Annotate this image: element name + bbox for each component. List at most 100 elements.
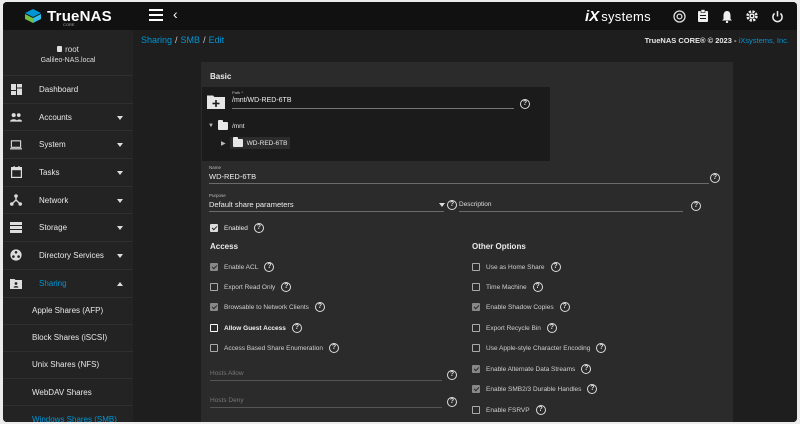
- help-icon[interactable]: ?: [281, 282, 292, 292]
- fsrvp-checkbox[interactable]: [472, 406, 480, 414]
- hamburger-menu-icon[interactable]: [149, 9, 163, 21]
- sidebar-item-system[interactable]: System: [3, 131, 133, 160]
- shadow-copies-checkbox[interactable]: [472, 303, 480, 311]
- sidebar-item-tasks[interactable]: Tasks: [3, 159, 133, 187]
- hosts-allow-help-icon[interactable]: ?: [447, 370, 457, 380]
- settings-gear-icon[interactable]: [744, 8, 760, 24]
- time-machine-checkbox[interactable]: [472, 283, 480, 291]
- export-read-only-checkbox[interactable]: [210, 283, 218, 291]
- description-help-icon[interactable]: ?: [691, 201, 701, 211]
- help-icon[interactable]: ?: [329, 343, 339, 353]
- breadcrumb-smb[interactable]: SMB: [181, 35, 201, 45]
- help-icon[interactable]: ?: [291, 323, 302, 333]
- host-name: Galileo-NAS.local: [40, 57, 96, 64]
- user-info: root Galileo-NAS.local: [3, 30, 133, 76]
- section-title-other-options: Other Options: [472, 242, 526, 251]
- description-input[interactable]: Description: [459, 201, 492, 208]
- durable-handles-checkbox[interactable]: [472, 385, 480, 393]
- sidebar-subitem-iscsi[interactable]: Block Shares (iSCSI): [3, 324, 133, 352]
- tree-node-mnt[interactable]: ▼ /mnt: [208, 120, 245, 130]
- power-icon[interactable]: [769, 8, 785, 24]
- section-title-basic: Basic: [210, 72, 232, 81]
- truenas-logo-icon: [25, 9, 42, 23]
- sidebar-item-dashboard[interactable]: Dashboard: [3, 76, 133, 104]
- help-icon[interactable]: ?: [559, 302, 570, 312]
- user-name: root: [3, 45, 133, 54]
- enabled-checkbox[interactable]: [210, 224, 218, 232]
- access-based-enumeration-row[interactable]: Access Based Share Enumeration ?: [210, 343, 339, 353]
- breadcrumb: Sharing / SMB / Edit: [141, 35, 224, 45]
- purpose-select[interactable]: Default share parameters: [209, 200, 294, 209]
- copyright-link[interactable]: iXsystems, Inc.: [739, 36, 789, 45]
- enabled-label: Enabled: [224, 224, 248, 232]
- apple-encoding-checkbox[interactable]: [472, 344, 480, 352]
- help-icon[interactable]: ?: [546, 323, 557, 333]
- apple-encoding-row[interactable]: Use Apple-style Character Encoding ?: [472, 343, 607, 353]
- time-machine-row[interactable]: Time Machine ?: [472, 282, 543, 292]
- hosts-deny-input[interactable]: Hosts Deny: [210, 397, 244, 404]
- browsable-row[interactable]: Browsable to Network Clients ?: [210, 302, 325, 312]
- recycle-bin-checkbox[interactable]: [472, 324, 480, 332]
- breadcrumb-separator: /: [175, 35, 178, 45]
- hosts-allow-input[interactable]: Hosts Allow: [210, 370, 244, 377]
- breadcrumb-sharing[interactable]: Sharing: [141, 35, 172, 45]
- name-label: Name: [209, 165, 222, 170]
- durable-handles-row[interactable]: Enable SMB2/3 Durable Handles ?: [472, 384, 598, 394]
- ixsystems-logo[interactable]: iX systems: [585, 8, 651, 25]
- enabled-checkbox-row[interactable]: Enabled ?: [210, 223, 264, 233]
- back-chevron-icon[interactable]: ‹: [173, 6, 178, 22]
- sidebar-item-directory-services[interactable]: Directory Services: [3, 242, 133, 270]
- allow-guest-access-row[interactable]: Allow Guest Access ?: [210, 323, 302, 333]
- add-folder-icon[interactable]: [207, 94, 225, 109]
- alternate-data-streams-checkbox[interactable]: [472, 365, 480, 373]
- name-input[interactable]: WD-RED-6TB: [209, 172, 256, 181]
- name-help-icon[interactable]: ?: [710, 173, 720, 183]
- home-share-checkbox[interactable]: [472, 263, 480, 271]
- tree-node-wd-red[interactable]: ▶ WD-RED-6TB: [221, 137, 291, 149]
- help-icon[interactable]: ?: [264, 262, 275, 272]
- sidebar-subitem-smb[interactable]: Windows Shares (SMB): [3, 406, 133, 422]
- truecommand-icon[interactable]: [671, 8, 687, 24]
- bell-notifications-icon[interactable]: [719, 8, 735, 24]
- help-icon[interactable]: ?: [581, 364, 592, 374]
- help-icon[interactable]: ?: [532, 282, 543, 292]
- export-read-only-row[interactable]: Export Read Only ?: [210, 282, 292, 292]
- purpose-help-icon[interactable]: ?: [447, 200, 457, 210]
- copyright: TrueNAS CORE® © 2023 - iXsystems, Inc.: [645, 36, 789, 45]
- alternate-data-streams-row[interactable]: Enable Alternate Data Streams ?: [472, 364, 592, 374]
- checkbox-label: Time Machine: [486, 283, 527, 291]
- recycle-bin-row[interactable]: Export Recycle Bin ?: [472, 323, 557, 333]
- sidebar-subitem-afp[interactable]: Apple Shares (AFP): [3, 297, 133, 325]
- fsrvp-row[interactable]: Enable FSRVP ?: [472, 405, 546, 415]
- checkbox-label: Enable Alternate Data Streams: [486, 365, 576, 373]
- user-name-text: root: [65, 45, 79, 54]
- help-icon[interactable]: ?: [535, 405, 546, 415]
- sidebar-subitem-webdav[interactable]: WebDAV Shares: [3, 379, 133, 407]
- hosts-deny-help-icon[interactable]: ?: [447, 397, 457, 407]
- sidebar-item-sharing[interactable]: Sharing: [3, 270, 133, 298]
- help-icon[interactable]: ?: [596, 343, 607, 353]
- enable-acl-row[interactable]: Enable ACL ?: [210, 262, 275, 272]
- lock-icon: [57, 46, 63, 52]
- dropdown-arrow-icon[interactable]: [439, 203, 445, 207]
- home-share-row[interactable]: Use as Home Share ?: [472, 262, 561, 272]
- access-based-enumeration-checkbox[interactable]: [210, 344, 218, 352]
- sidebar-item-storage[interactable]: Storage: [3, 214, 133, 243]
- enabled-help-icon[interactable]: ?: [253, 223, 264, 233]
- path-input[interactable]: /mnt/WD-RED-6TB: [232, 97, 292, 104]
- help-icon[interactable]: ?: [550, 262, 561, 272]
- checkbox-label: Enable SMB2/3 Durable Handles: [486, 385, 582, 393]
- path-label: Path *: [232, 90, 243, 95]
- sidebar-subitem-nfs[interactable]: Unix Shares (NFS): [3, 351, 133, 380]
- browsable-checkbox[interactable]: [210, 303, 218, 311]
- clipboard-tasks-icon[interactable]: [695, 8, 711, 24]
- sidebar-item-accounts[interactable]: Accounts: [3, 104, 133, 132]
- sidebar-item-network[interactable]: Network: [3, 187, 133, 215]
- allow-guest-access-checkbox[interactable]: [210, 324, 218, 332]
- help-icon[interactable]: ?: [587, 384, 598, 394]
- shadow-copies-row[interactable]: Enable Shadow Copies ?: [472, 302, 570, 312]
- checkbox-label: Enable Shadow Copies: [486, 303, 554, 311]
- path-help-icon[interactable]: ?: [520, 99, 530, 109]
- help-icon[interactable]: ?: [314, 302, 325, 312]
- enable-acl-checkbox[interactable]: [210, 263, 218, 271]
